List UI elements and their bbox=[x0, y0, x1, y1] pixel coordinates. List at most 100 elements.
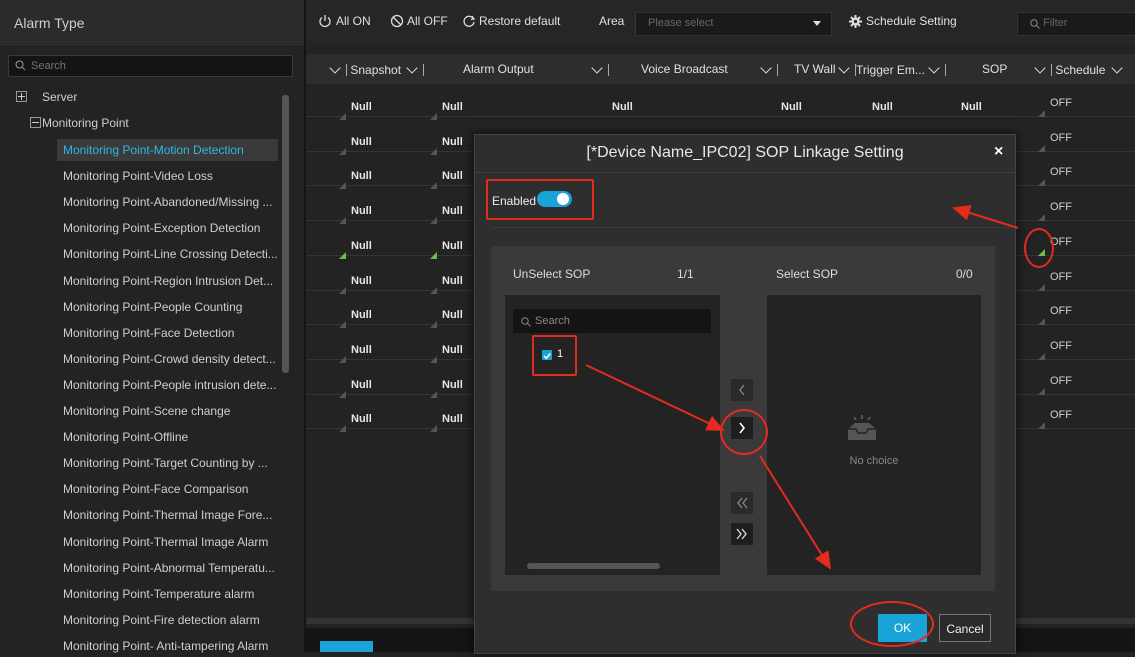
linkage-cell[interactable]: Null bbox=[442, 413, 463, 425]
linkage-cell[interactable]: Null bbox=[442, 101, 463, 113]
schedule-cell[interactable]: OFF bbox=[1050, 201, 1072, 213]
edit-corner-icon[interactable] bbox=[430, 113, 437, 120]
linkage-cell[interactable]: Null bbox=[442, 240, 463, 252]
column-trigger[interactable]: Trigger Em... bbox=[838, 62, 947, 77]
linkage-cell[interactable]: Null bbox=[351, 136, 372, 148]
edit-corner-icon[interactable] bbox=[430, 321, 437, 329]
move-left-button[interactable] bbox=[731, 379, 753, 401]
alarm-type-item[interactable]: Monitoring Point-Line Crossing Detecti..… bbox=[63, 243, 279, 265]
alarm-type-item[interactable]: Monitoring Point-Temperature alarm bbox=[63, 583, 279, 605]
linkage-cell[interactable]: Null bbox=[872, 101, 893, 113]
edit-corner-icon[interactable] bbox=[1038, 422, 1045, 430]
schedule-cell[interactable]: OFF bbox=[1050, 271, 1072, 283]
all-off-button[interactable]: All OFF bbox=[407, 14, 448, 28]
alarm-type-item[interactable]: Monitoring Point-Fire detection alarm bbox=[63, 609, 279, 631]
alarm-type-item[interactable]: Monitoring Point- Anti-tampering Alarm bbox=[63, 635, 279, 657]
apply-button[interactable] bbox=[320, 641, 373, 652]
linkage-cell[interactable]: Null bbox=[442, 205, 463, 217]
linkage-cell[interactable]: Null bbox=[442, 275, 463, 287]
tree-item-monitoring-point[interactable]: Monitoring Point bbox=[42, 116, 129, 130]
cancel-button[interactable]: Cancel bbox=[939, 614, 991, 642]
alarm-type-item[interactable]: Monitoring Point-Offline bbox=[63, 426, 279, 448]
linkage-cell[interactable]: Null bbox=[351, 101, 372, 113]
schedule-cell[interactable]: OFF bbox=[1050, 409, 1072, 421]
schedule-cell[interactable]: OFF bbox=[1050, 166, 1072, 178]
column-sop[interactable]: SOP bbox=[982, 62, 1007, 76]
edit-corner-icon[interactable] bbox=[339, 147, 346, 155]
edit-corner-icon[interactable] bbox=[1038, 214, 1045, 222]
linkage-cell[interactable]: Null bbox=[351, 344, 372, 356]
linkage-cell[interactable]: Null bbox=[442, 379, 463, 391]
edit-corner-icon[interactable] bbox=[339, 425, 346, 433]
alarm-type-item[interactable]: Monitoring Point-Face Detection bbox=[63, 322, 279, 344]
edit-corner-icon[interactable] bbox=[430, 182, 437, 190]
linkage-cell[interactable]: Null bbox=[442, 309, 463, 321]
column-toggle[interactable] bbox=[591, 62, 609, 77]
alarm-type-item[interactable]: Monitoring Point-People Counting bbox=[63, 296, 279, 318]
alarm-type-item[interactable]: Monitoring Point-Video Loss bbox=[63, 165, 279, 187]
filter-field[interactable]: Filter bbox=[1017, 12, 1135, 36]
schedule-cell[interactable]: OFF bbox=[1050, 97, 1072, 109]
linkage-cell[interactable]: Null bbox=[351, 379, 372, 391]
edit-corner-icon[interactable] bbox=[1038, 318, 1045, 326]
alarm-type-item[interactable]: Monitoring Point-Region Intrusion Det... bbox=[63, 270, 279, 292]
linkage-cell[interactable]: Null bbox=[442, 170, 463, 182]
edit-corner-icon[interactable] bbox=[339, 355, 346, 363]
edit-corner-icon[interactable] bbox=[339, 217, 346, 225]
linkage-cell[interactable]: Null bbox=[351, 205, 372, 217]
schedule-cell[interactable]: OFF bbox=[1050, 340, 1072, 352]
edit-corner-icon[interactable] bbox=[430, 355, 437, 363]
schedule-setting-button[interactable]: Schedule Setting bbox=[866, 14, 957, 28]
edit-corner-icon[interactable] bbox=[1038, 352, 1045, 360]
scrollbar[interactable] bbox=[527, 563, 660, 569]
edit-corner-icon[interactable] bbox=[430, 425, 437, 433]
edit-corner-icon[interactable] bbox=[430, 390, 437, 398]
move-all-right-button[interactable] bbox=[731, 523, 753, 545]
collapse-icon[interactable] bbox=[30, 117, 42, 128]
linkage-cell[interactable]: Null bbox=[442, 344, 463, 356]
close-icon[interactable]: × bbox=[994, 143, 1003, 161]
sop-search-field[interactable]: Search bbox=[513, 309, 711, 333]
column-voice-broadcast[interactable]: Voice Broadcast bbox=[641, 62, 728, 76]
search-field[interactable] bbox=[8, 55, 293, 77]
alarm-type-item[interactable]: Monitoring Point-Abandoned/Missing ... bbox=[63, 191, 279, 213]
alarm-type-item[interactable]: Monitoring Point-Exception Detection bbox=[63, 217, 279, 239]
linkage-cell[interactable]: Null bbox=[351, 170, 372, 182]
edit-corner-icon[interactable] bbox=[339, 286, 346, 294]
edit-corner-icon[interactable] bbox=[1038, 179, 1045, 187]
column-schedule[interactable]: Schedule bbox=[1034, 62, 1125, 77]
alarm-type-item[interactable]: Monitoring Point-Target Counting by ... bbox=[63, 452, 279, 474]
linkage-cell[interactable]: Null bbox=[612, 101, 633, 113]
schedule-cell[interactable]: OFF bbox=[1050, 132, 1072, 144]
edit-corner-icon[interactable] bbox=[1038, 283, 1045, 291]
move-all-left-button[interactable] bbox=[731, 492, 753, 514]
scrollbar[interactable] bbox=[282, 95, 289, 373]
edit-corner-icon[interactable] bbox=[339, 182, 346, 190]
alarm-type-item[interactable]: Monitoring Point-Crowd density detect... bbox=[63, 348, 279, 370]
linkage-cell[interactable]: Null bbox=[351, 240, 372, 252]
column-alarm-output[interactable]: Alarm Output bbox=[463, 62, 534, 76]
edit-corner-icon[interactable] bbox=[430, 147, 437, 155]
linkage-cell[interactable]: Null bbox=[351, 413, 372, 425]
edit-corner-icon[interactable] bbox=[430, 217, 437, 225]
linkage-cell[interactable]: Null bbox=[351, 309, 372, 321]
area-select[interactable]: Please select bbox=[635, 12, 832, 36]
column-tv-wall[interactable]: TV Wall bbox=[794, 62, 836, 76]
search-input[interactable] bbox=[29, 59, 283, 73]
edit-corner-icon[interactable] bbox=[430, 286, 437, 294]
schedule-cell[interactable]: OFF bbox=[1050, 375, 1072, 387]
alarm-type-item[interactable]: Monitoring Point-Abnormal Temperatu... bbox=[63, 557, 279, 579]
alarm-type-item[interactable]: Monitoring Point-Thermal Image Fore... bbox=[63, 504, 279, 526]
alarm-type-item[interactable]: Monitoring Point-Thermal Image Alarm bbox=[63, 531, 279, 553]
linkage-cell[interactable]: Null bbox=[442, 136, 463, 148]
linkage-cell[interactable]: Null bbox=[961, 101, 982, 113]
restore-default-button[interactable]: Restore default bbox=[479, 14, 560, 28]
edit-corner-icon[interactable] bbox=[339, 113, 346, 120]
edit-corner-icon[interactable] bbox=[339, 321, 346, 329]
alarm-type-item[interactable]: Monitoring Point-People intrusion dete..… bbox=[63, 374, 279, 396]
edit-corner-icon[interactable] bbox=[1038, 387, 1045, 395]
linkage-cell[interactable]: Null bbox=[351, 275, 372, 287]
column-snapshot[interactable]: Snapshot bbox=[329, 62, 425, 77]
column-toggle[interactable] bbox=[760, 62, 778, 77]
edit-corner-icon[interactable] bbox=[1038, 110, 1045, 117]
